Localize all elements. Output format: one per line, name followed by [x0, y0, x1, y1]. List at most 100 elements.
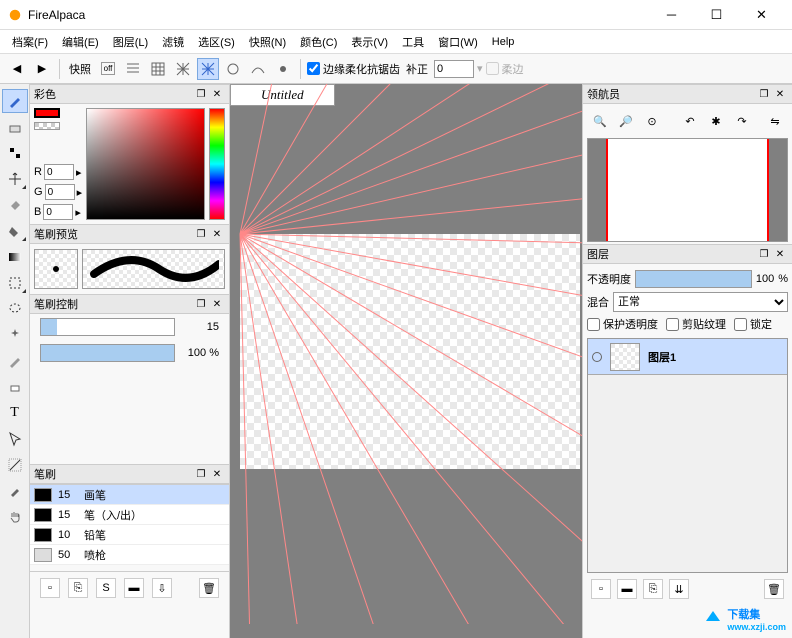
brush-script-button[interactable]: S	[96, 578, 116, 598]
seleraser-tool[interactable]	[2, 375, 28, 399]
snap-setting-icon[interactable]	[272, 58, 294, 80]
menu-edit[interactable]: 编辑(E)	[56, 32, 105, 52]
brush-folder-button[interactable]: ▬	[124, 578, 144, 598]
snap-grid-icon[interactable]	[147, 58, 169, 80]
g-input[interactable]	[45, 184, 75, 200]
canvas[interactable]	[240, 234, 580, 469]
snap-off-button[interactable]: off	[97, 58, 119, 80]
hand-tool[interactable]	[2, 505, 28, 529]
panel-float-icon[interactable]: ❐	[756, 246, 772, 262]
layer-opacity-slider[interactable]	[635, 270, 752, 288]
snap-curve-icon[interactable]	[247, 58, 269, 80]
eraser-tool[interactable]	[2, 115, 28, 139]
text-tool[interactable]: T	[2, 401, 28, 425]
panel-close-icon[interactable]: ✕	[209, 466, 225, 482]
navigator-panel: 领航员❐✕ 🔍 🔎 ⊙ ↶ ✱ ↷ ⇋	[583, 84, 792, 244]
close-button[interactable]: ✕	[739, 1, 784, 29]
delete-brush-button[interactable]: 🗑	[199, 578, 219, 598]
r-input[interactable]	[44, 164, 74, 180]
panel-float-icon[interactable]: ❐	[193, 226, 209, 242]
fill-tool[interactable]	[2, 193, 28, 217]
brush-import-button[interactable]: ⇩	[152, 578, 172, 598]
panel-float-icon[interactable]: ❐	[193, 296, 209, 312]
dup-brush-button[interactable]: ⎘	[68, 578, 88, 598]
snap-radial-icon[interactable]	[197, 58, 219, 80]
brush-tool[interactable]	[2, 89, 28, 113]
divide-tool[interactable]	[2, 453, 28, 477]
rotate-right-icon[interactable]: ↷	[731, 110, 753, 132]
flip-icon[interactable]: ⇋	[764, 110, 786, 132]
delete-layer-button[interactable]: 🗑	[764, 579, 784, 599]
panel-float-icon[interactable]: ❐	[756, 86, 772, 102]
operation-tool[interactable]	[2, 427, 28, 451]
navigator-preview[interactable]	[587, 138, 788, 242]
new-layer-button[interactable]: ▫	[591, 579, 611, 599]
move-tool[interactable]	[2, 167, 28, 191]
zoom-out-icon[interactable]: 🔎	[615, 110, 637, 132]
bg-color-swatch[interactable]	[34, 122, 60, 130]
menu-window[interactable]: 窗口(W)	[432, 32, 484, 52]
gradient-tool[interactable]	[2, 245, 28, 269]
hue-slider[interactable]	[209, 108, 225, 220]
menu-file[interactable]: 档案(F)	[6, 32, 54, 52]
layer-list[interactable]: 图层1	[587, 338, 788, 573]
dup-layer-button[interactable]: ⎘	[643, 579, 663, 599]
menu-select[interactable]: 选区(S)	[192, 32, 241, 52]
bucket-tool[interactable]	[2, 219, 28, 243]
nav-back-button[interactable]: ◀	[6, 58, 28, 80]
blend-mode-select[interactable]: 正常	[613, 292, 788, 312]
menu-filter[interactable]: 滤镜	[156, 32, 190, 52]
snap-circle-icon[interactable]	[222, 58, 244, 80]
color-field[interactable]	[86, 108, 205, 220]
brush-size-slider[interactable]	[40, 318, 175, 336]
panel-close-icon[interactable]: ✕	[209, 86, 225, 102]
menu-tools[interactable]: 工具	[396, 32, 430, 52]
correction-input[interactable]	[434, 60, 474, 78]
rotate-left-icon[interactable]: ↶	[679, 110, 701, 132]
canvas-area[interactable]: Untitled	[230, 84, 582, 638]
layer-item[interactable]: 图层1	[588, 339, 787, 375]
nav-fwd-button[interactable]: ▶	[31, 58, 53, 80]
menu-snap[interactable]: 快照(N)	[243, 32, 292, 52]
minimize-button[interactable]: ─	[649, 1, 694, 29]
soft-checkbox[interactable]: 柔边	[486, 61, 524, 77]
brush-item[interactable]: 15画笔	[30, 485, 229, 505]
lasso-tool[interactable]	[2, 297, 28, 321]
panel-close-icon[interactable]: ✕	[772, 246, 788, 262]
lock-checkbox[interactable]: 锁定	[734, 316, 772, 332]
panel-close-icon[interactable]: ✕	[209, 226, 225, 242]
snap-parallel-icon[interactable]	[122, 58, 144, 80]
antialias-checkbox[interactable]: 边缘柔化抗锯齿	[307, 61, 400, 77]
b-input[interactable]	[43, 204, 73, 220]
fg-color-swatch[interactable]	[34, 108, 60, 118]
dot-tool[interactable]	[2, 141, 28, 165]
panel-float-icon[interactable]: ❐	[193, 466, 209, 482]
panel-float-icon[interactable]: ❐	[193, 86, 209, 102]
clipping-checkbox[interactable]: 剪贴纹理	[666, 316, 726, 332]
protect-alpha-checkbox[interactable]: 保护透明度	[587, 316, 658, 332]
maximize-button[interactable]: ☐	[694, 1, 739, 29]
zoom-fit-icon[interactable]: ⊙	[641, 110, 663, 132]
brush-item[interactable]: 10铅笔	[30, 525, 229, 545]
snap-vanish-icon[interactable]	[172, 58, 194, 80]
layer-visibility-toggle[interactable]	[592, 352, 602, 362]
select-rect-tool[interactable]	[2, 271, 28, 295]
wand-tool[interactable]	[2, 323, 28, 347]
merge-layer-button[interactable]: ⇊	[669, 579, 689, 599]
menu-layer[interactable]: 图层(L)	[107, 32, 154, 52]
selpen-tool[interactable]	[2, 349, 28, 373]
new-folder-button[interactable]: ▬	[617, 579, 637, 599]
menu-help[interactable]: Help	[486, 34, 521, 50]
brush-item[interactable]: 15笔（入/出）	[30, 505, 229, 525]
rotate-reset-icon[interactable]: ✱	[705, 110, 727, 132]
document-tab[interactable]: Untitled	[230, 84, 335, 106]
eyedropper-tool[interactable]	[2, 479, 28, 503]
menu-view[interactable]: 表示(V)	[345, 32, 394, 52]
brush-item[interactable]: 50喷枪	[30, 545, 229, 565]
brush-opacity-slider[interactable]	[40, 344, 175, 362]
panel-close-icon[interactable]: ✕	[209, 296, 225, 312]
menu-color[interactable]: 颜色(C)	[294, 32, 343, 52]
zoom-in-icon[interactable]: 🔍	[589, 110, 611, 132]
new-brush-button[interactable]: ▫	[40, 578, 60, 598]
panel-close-icon[interactable]: ✕	[772, 86, 788, 102]
